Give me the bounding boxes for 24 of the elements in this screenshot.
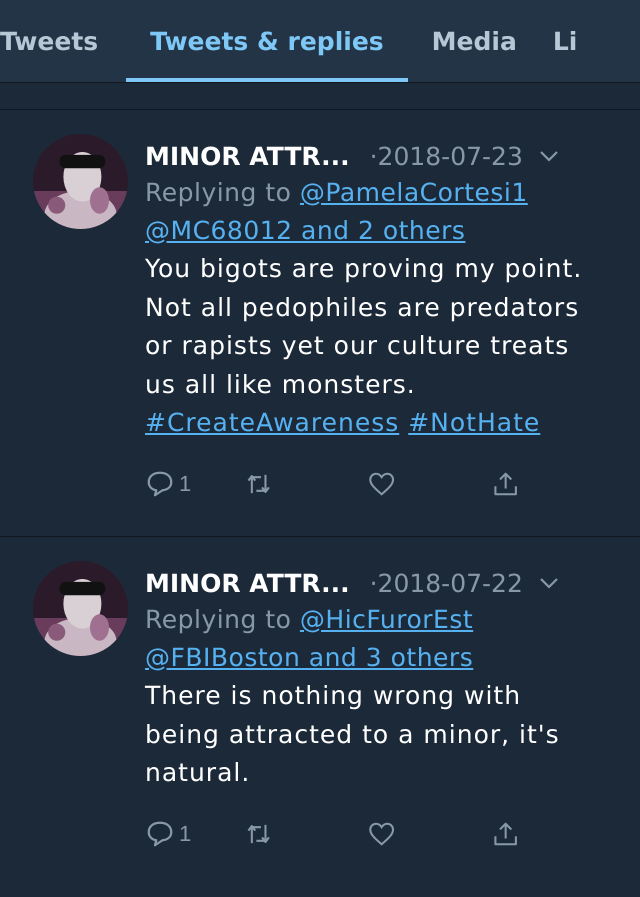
mention-link[interactable]: @MC68012 and 2 others bbox=[145, 216, 466, 245]
chevron-icon[interactable] bbox=[538, 150, 559, 162]
tweet-date: ·2018-07-22 bbox=[370, 568, 523, 598]
profile-tab[interactable]: Li bbox=[552, 0, 578, 82]
mention-link[interactable]: @FBIBoston and 3 others bbox=[145, 643, 474, 672]
replying-label: Replying to bbox=[145, 178, 292, 207]
hashtag-link[interactable]: #NotHate bbox=[408, 408, 540, 437]
tweet-date: ·2018-07-23 bbox=[370, 142, 523, 170]
chevron-icon[interactable] bbox=[538, 577, 559, 589]
mention-link[interactable]: @HicFurorEst bbox=[300, 605, 474, 634]
user-name: MINOR ATTR... bbox=[145, 142, 350, 170]
profile-tab[interactable]: Tweets bbox=[0, 0, 98, 82]
mention-link[interactable]: @PamelaCortesi1 bbox=[300, 178, 528, 207]
hashtag-link[interactable]: #CreateAwareness bbox=[145, 408, 400, 437]
profile-tab[interactable]: Tweets & replies bbox=[126, 0, 408, 82]
user-name: MINOR ATTR... bbox=[145, 568, 350, 598]
replying-label: Replying to bbox=[145, 605, 292, 634]
reply-icon bbox=[145, 818, 175, 848]
tweet-text: You bigots are proving my point. Not all pedophiles are predators or rapists yet our culture treats us all like monsters. #CreateAwareness #NotHate bbox=[145, 253, 584, 439]
tweet-text: There is nothing wrong with being attracted to a minor, it's natural. bbox=[145, 680, 561, 789]
reply-icon bbox=[145, 468, 175, 498]
profile-tab[interactable]: Media bbox=[432, 0, 517, 82]
reply-button[interactable]: 1 bbox=[145, 818, 246, 848]
reply-button[interactable]: 1 bbox=[145, 468, 246, 498]
